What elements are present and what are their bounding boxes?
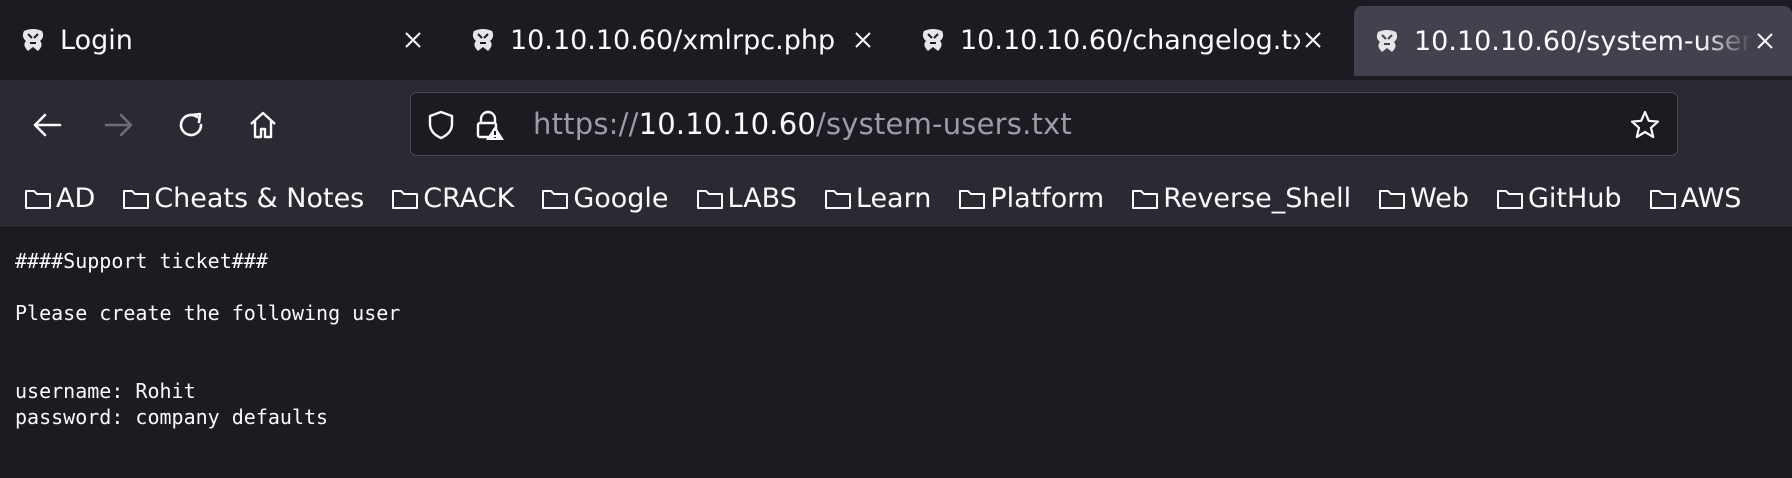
bookmark-folder-aws[interactable]: AWS — [1649, 183, 1742, 214]
bookmark-folder-labs[interactable]: LABS — [696, 183, 797, 214]
bookmark-folder-ad[interactable]: AD — [24, 183, 95, 214]
insecure-lock-warning-icon[interactable] — [473, 109, 505, 141]
tab-title: Login — [60, 24, 133, 56]
tab-strip: Login 10.10.10.60/xmlrpc.php 10.10.10.60… — [0, 0, 1792, 80]
home-icon — [250, 111, 276, 139]
tab-login[interactable]: Login — [0, 4, 440, 76]
folder-icon — [1649, 189, 1676, 209]
tab-xmlrpc[interactable]: 10.10.10.60/xmlrpc.php — [450, 4, 890, 76]
close-icon[interactable] — [850, 27, 876, 53]
folder-icon — [25, 189, 51, 209]
navigation-toolbar: https://10.10.10.60/system-users.txt — [0, 80, 1792, 170]
kali-dragon-icon — [922, 29, 944, 51]
folder-icon — [1379, 189, 1406, 209]
tab-system-users[interactable]: 10.10.10.60/system-users.txt — [1354, 6, 1792, 76]
bookmark-label: Reverse_Shell — [1163, 183, 1352, 214]
bookmark-star-icon[interactable] — [1629, 109, 1661, 141]
reload-button[interactable] — [170, 104, 212, 146]
bookmark-label: Platform — [990, 183, 1105, 214]
plain-text-document: ####Support ticket### Please create the … — [15, 249, 401, 429]
tracking-protection-shield-icon[interactable] — [425, 109, 457, 141]
bookmark-label: LABS — [727, 183, 797, 214]
close-icon[interactable] — [1300, 27, 1326, 53]
folder-icon — [392, 189, 419, 209]
kali-dragon-icon — [1376, 30, 1398, 52]
bookmark-folder-cheats-notes[interactable]: Cheats & Notes — [122, 183, 364, 214]
bookmark-folder-crack[interactable]: CRACK — [391, 183, 514, 214]
folder-icon — [1132, 189, 1159, 209]
back-button[interactable] — [26, 104, 68, 146]
reload-icon — [179, 112, 203, 137]
folder-icon — [1497, 189, 1523, 209]
bookmark-label: CRACK — [423, 183, 515, 214]
bookmark-folder-github[interactable]: GitHub — [1496, 183, 1622, 214]
bookmark-label: Learn — [855, 183, 932, 214]
page-content: ####Support ticket### Please create the … — [0, 228, 1792, 478]
kali-dragon-icon — [472, 29, 494, 51]
bookmark-label: AWS — [1680, 183, 1742, 214]
folder-icon — [959, 189, 986, 209]
bookmarks-toolbar: AD Cheats & Notes CRACK Google LABS Lear… — [0, 170, 1792, 228]
bookmark-label: AD — [56, 183, 96, 214]
tab-title: 10.10.10.60/system-users.txt — [1414, 25, 1752, 57]
forward-arrow-icon — [104, 113, 133, 137]
url-host: 10.10.10.60 — [638, 107, 817, 141]
bookmark-folder-web[interactable]: Web — [1378, 183, 1469, 214]
folder-icon — [542, 189, 569, 209]
home-button[interactable] — [242, 104, 284, 146]
url-text[interactable]: https://10.10.10.60/system-users.txt — [533, 107, 1072, 141]
url-path: /system-users.txt — [816, 107, 1072, 141]
folder-icon — [123, 189, 150, 209]
bookmark-label: Cheats & Notes — [154, 183, 365, 214]
bookmark-label: GitHub — [1528, 183, 1622, 214]
tab-title: 10.10.10.60/xmlrpc.php — [510, 24, 836, 56]
bookmark-label: Web — [1410, 183, 1469, 214]
folder-icon — [696, 189, 723, 209]
bookmark-folder-reverse-shell[interactable]: Reverse_Shell — [1131, 183, 1351, 214]
kali-dragon-icon — [22, 29, 44, 51]
close-icon[interactable] — [400, 27, 426, 53]
tab-title: 10.10.10.60/changelog.txt — [960, 24, 1300, 56]
url-scheme: https:// — [533, 107, 639, 141]
folder-icon — [824, 189, 851, 209]
forward-button[interactable] — [98, 104, 140, 146]
close-icon[interactable] — [1752, 28, 1778, 54]
url-bar[interactable]: https://10.10.10.60/system-users.txt — [410, 92, 1678, 156]
bookmark-folder-learn[interactable]: Learn — [824, 183, 931, 214]
tab-changelog[interactable]: 10.10.10.60/changelog.txt — [900, 4, 1340, 76]
bookmark-label: Google — [573, 183, 669, 214]
bookmark-folder-google[interactable]: Google — [541, 183, 669, 214]
bookmark-folder-platform[interactable]: Platform — [958, 183, 1104, 214]
back-arrow-icon — [33, 113, 62, 137]
